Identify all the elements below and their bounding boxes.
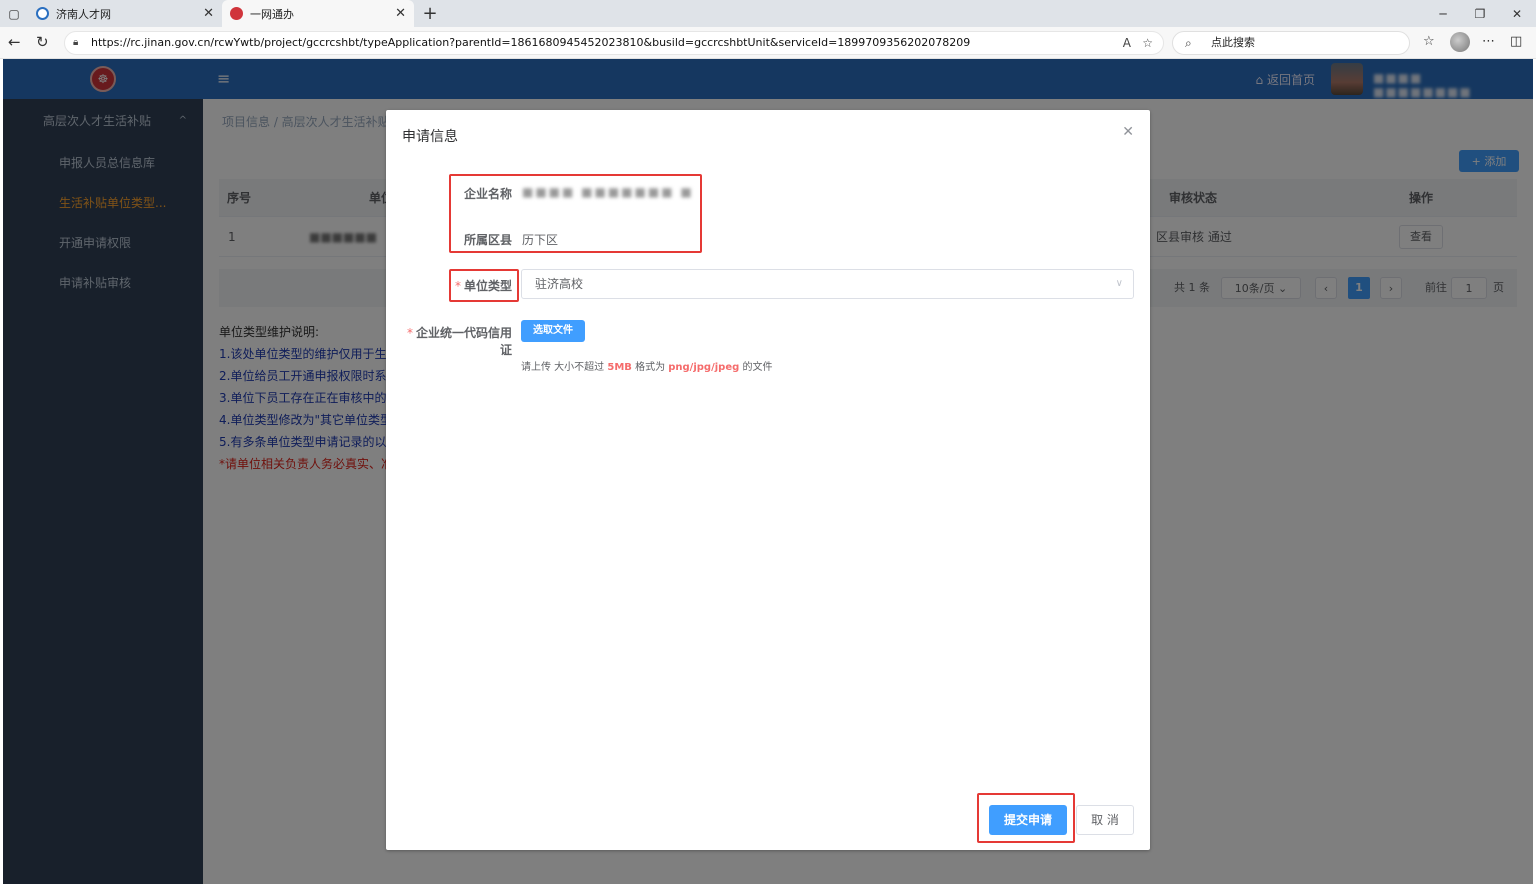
license-label: * 企业统一代码信用证 xyxy=(406,326,512,357)
search-icon: ⌕ xyxy=(1185,36,1192,50)
district-label: 所属区县 xyxy=(463,233,512,247)
favorites-icon[interactable]: ☆ xyxy=(1423,34,1435,49)
window-close-icon[interactable]: ✕ xyxy=(1499,0,1535,27)
app-root: ☸ ≡ ⌂ 返回首页 ■■■■ ■■■■■■■■ 高层次人才生活补贴 ^ 申报人… xyxy=(3,59,1533,884)
search-placeholder: 点此搜索 xyxy=(1211,36,1255,49)
favorite-star-icon[interactable]: ☆ xyxy=(1142,32,1153,54)
url-text: https://rc.jinan.gov.cn/rcwYwtb/project/… xyxy=(91,36,971,49)
chevron-down-icon: ∨ xyxy=(1115,278,1123,289)
refresh-icon[interactable]: ↻ xyxy=(36,33,49,51)
profile-icon[interactable] xyxy=(1450,32,1470,52)
close-tab-icon[interactable]: ✕ xyxy=(395,6,406,21)
upload-tip: 请上传 大小不超过 5MB 格式为 png/jpg/jpeg 的文件 xyxy=(521,358,772,373)
dialog-title: 申请信息 xyxy=(402,129,458,145)
jinan-talent-favicon-icon xyxy=(36,7,49,20)
tab-title: 一网通办 xyxy=(250,7,294,21)
upload-tip-prefix: 请上传 大小不超过 xyxy=(521,362,608,373)
close-icon[interactable]: ✕ xyxy=(1122,124,1134,140)
company-name-label: 企业名称 xyxy=(463,187,512,201)
gov-service-favicon-icon xyxy=(230,7,243,20)
read-aloud-icon[interactable]: A xyxy=(1123,32,1131,54)
unit-type-value: 驻济高校 xyxy=(535,277,584,291)
back-icon[interactable]: ← xyxy=(8,33,21,51)
unit-type-label-text: 单位类型 xyxy=(463,279,512,293)
tab-actions-icon[interactable]: ▢ xyxy=(0,0,28,27)
cancel-button[interactable]: 取 消 xyxy=(1076,805,1134,835)
upload-tip-mid: 格式为 xyxy=(631,362,669,373)
application-dialog: 申请信息 ✕ 企业名称 ■■■■ ■■■■■■■ ■ 所属区县 历下区 * 单位类… xyxy=(386,110,1150,850)
unit-type-label: * 单位类型 xyxy=(454,279,512,293)
company-name-value: ■■■■ ■■■■■■■ ■ xyxy=(522,185,694,199)
browser-tab-2[interactable]: 一网通办 ✕ xyxy=(222,0,414,27)
lock-icon: 🔒︎ xyxy=(73,37,79,48)
minimize-icon[interactable]: ─ xyxy=(1425,0,1461,27)
upload-tip-suffix: 的文件 xyxy=(739,362,773,373)
upload-tip-formats: png/jpg/jpeg xyxy=(668,362,740,373)
restore-icon[interactable]: ❐ xyxy=(1462,0,1498,27)
upload-tip-size: 5MB xyxy=(607,362,632,373)
browser-tab-bar: ▢ 济南人才网 ✕ 一网通办 ✕ + ─ ❐ ✕ xyxy=(0,0,1536,27)
close-tab-icon[interactable]: ✕ xyxy=(203,6,214,21)
browser-tab-1[interactable]: 济南人才网 ✕ xyxy=(28,0,222,27)
submit-button[interactable]: 提交申请 xyxy=(989,805,1067,835)
unit-type-select[interactable]: 驻济高校 ∨ xyxy=(521,269,1134,299)
more-icon[interactable]: ⋯ xyxy=(1482,34,1495,49)
search-input[interactable]: ⌕ 点此搜索 xyxy=(1172,31,1410,55)
browser-address-bar: ← ↻ 🔒︎ https://rc.jinan.gov.cn/rcwYwtb/p… xyxy=(0,27,1536,59)
choose-file-button[interactable]: 选取文件 xyxy=(521,320,585,342)
license-label-text: 企业统一代码信用证 xyxy=(415,326,512,357)
sidebar-toggle-icon[interactable]: ◫ xyxy=(1510,34,1522,49)
district-value: 历下区 xyxy=(522,233,559,247)
tab-title: 济南人才网 xyxy=(56,7,111,21)
url-field[interactable]: 🔒︎ https://rc.jinan.gov.cn/rcwYwtb/proje… xyxy=(64,31,1164,55)
new-tab-icon[interactable]: + xyxy=(418,3,442,24)
